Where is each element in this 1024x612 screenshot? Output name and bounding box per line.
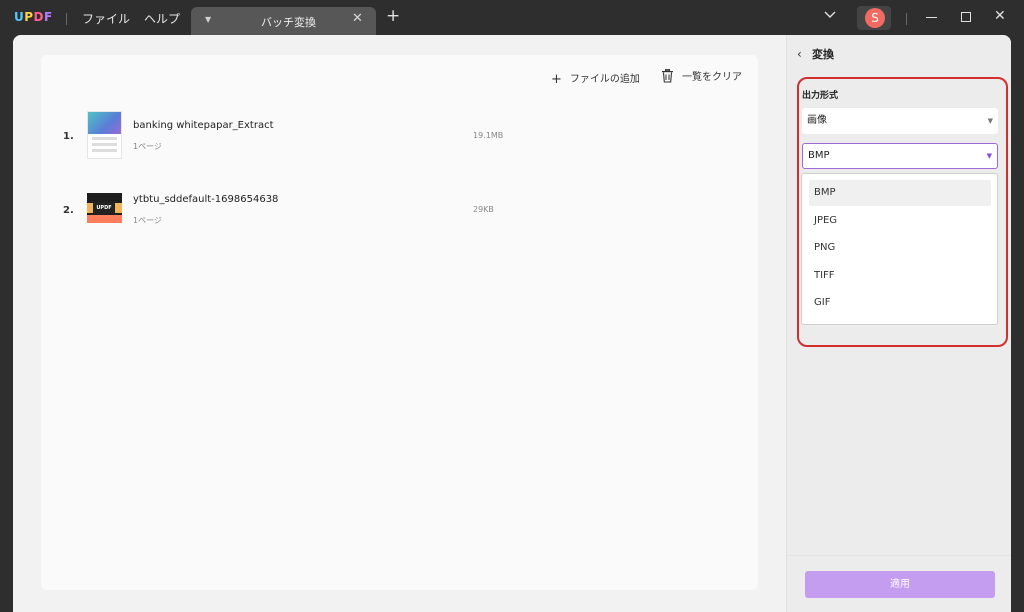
apply-button[interactable]: 適用 <box>805 571 995 598</box>
menu-help[interactable]: ヘルプ <box>144 10 180 27</box>
format-option-tiff[interactable]: TIFF <box>809 263 991 289</box>
logo-letter-u: U <box>14 10 25 24</box>
title-bar: UPDF ファイル ヘルプ ▼ バッチ変換 ✕ + S ✕ <box>0 0 1024 36</box>
panel-title: 変換 <box>812 48 834 61</box>
list-item[interactable]: 2. UPDF ytbtu_sddefault-1698654638 1ページ … <box>41 183 758 243</box>
file-index: 2. <box>63 205 74 216</box>
file-name: ytbtu_sddefault-1698654638 <box>133 194 279 205</box>
file-size: 19.1MB <box>473 131 504 140</box>
logo-letter-p: P <box>24 10 34 24</box>
divider <box>906 13 907 25</box>
plus-icon: + <box>551 72 562 87</box>
minimize-icon[interactable] <box>926 17 937 18</box>
back-icon[interactable]: ‹ <box>797 47 802 61</box>
output-type-value: 画像 <box>807 115 827 126</box>
convert-panel: ‹ 変換 出力形式 画像 ▼ BMP ▼ BMP JPEG PNG TIFF G… <box>786 35 1011 612</box>
format-select[interactable]: BMP ▼ <box>802 143 998 169</box>
user-initial: S <box>865 8 885 28</box>
format-option-bmp[interactable]: BMP <box>809 180 991 206</box>
divider <box>66 13 67 25</box>
chevron-down-icon[interactable] <box>824 11 836 19</box>
window-close-icon[interactable]: ✕ <box>994 9 1006 23</box>
maximize-icon[interactable] <box>961 12 971 22</box>
main-area: + ファイルの追加 一覧をクリア 1. banking whitepapar_E… <box>13 35 786 612</box>
file-thumbnail: UPDF <box>87 193 122 223</box>
logo-letter-f: F <box>44 10 53 24</box>
tab-dropdown-icon[interactable]: ▼ <box>205 15 211 24</box>
output-format-label: 出力形式 <box>802 91 839 101</box>
file-pages: 1ページ <box>133 216 162 225</box>
format-option-png[interactable]: PNG <box>809 235 991 261</box>
tab-title: バッチ変換 <box>261 16 316 29</box>
output-type-select[interactable]: 画像 ▼ <box>802 108 998 134</box>
file-pages: 1ページ <box>133 142 162 151</box>
format-option-jpeg[interactable]: JPEG <box>809 208 991 234</box>
clear-list-label: 一覧をクリア <box>682 72 742 83</box>
updf-logo: UPDF <box>14 10 53 24</box>
logo-letter-d: D <box>33 10 45 24</box>
thumbnail-logo: UPDF <box>93 202 115 214</box>
file-index: 1. <box>63 131 74 142</box>
file-name: banking whitepapar_Extract <box>133 120 274 131</box>
add-files-label: ファイルの追加 <box>569 74 640 85</box>
clear-list-button[interactable]: 一覧をクリア <box>661 68 742 83</box>
menu-file[interactable]: ファイル <box>82 10 130 27</box>
add-files-button[interactable]: + ファイルの追加 <box>551 70 640 87</box>
list-item[interactable]: 1. banking whitepapar_Extract 1ページ 19.1M… <box>41 109 758 169</box>
file-thumbnail <box>87 111 122 159</box>
caret-down-icon: ▼ <box>987 117 993 125</box>
trash-icon <box>662 68 673 83</box>
format-dropdown: BMP JPEG PNG TIFF GIF <box>801 173 998 325</box>
caret-down-icon: ▼ <box>986 152 992 160</box>
format-value: BMP <box>808 150 830 161</box>
app-window: + ファイルの追加 一覧をクリア 1. banking whitepapar_E… <box>13 35 1011 612</box>
file-list-card: + ファイルの追加 一覧をクリア 1. banking whitepapar_E… <box>41 55 758 590</box>
avatar[interactable]: S <box>857 6 891 30</box>
tab-close-icon[interactable]: ✕ <box>352 11 363 26</box>
file-size: 29KB <box>473 205 494 214</box>
panel-footer: 適用 <box>787 555 1011 612</box>
tab-batch-convert[interactable]: ▼ バッチ変換 ✕ <box>191 7 376 36</box>
format-option-gif[interactable]: GIF <box>809 290 991 316</box>
add-tab-icon[interactable]: + <box>386 8 400 25</box>
